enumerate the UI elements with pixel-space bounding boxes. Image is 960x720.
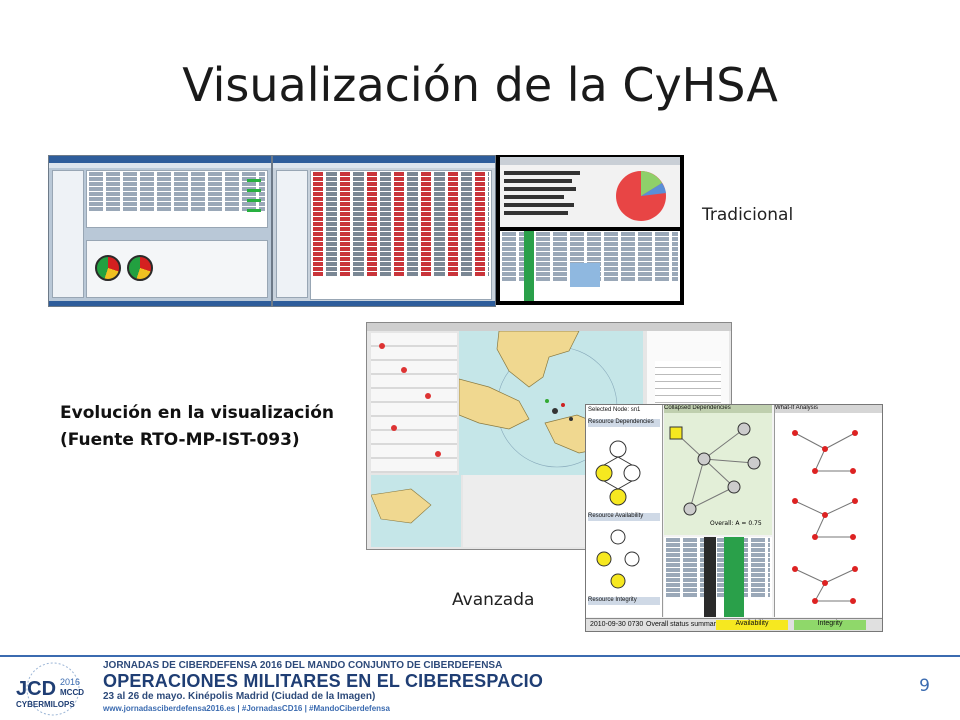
- status-table: [664, 537, 772, 617]
- footer-line-1: JORNADAS DE CIBERDEFENSA 2016 DEL MANDO …: [103, 660, 503, 671]
- alarm-grid: [371, 333, 457, 473]
- taskbar: [49, 301, 271, 306]
- collapsed-dependencies-pane: Collapsed Dependencies Overall: A = 0.75: [664, 405, 772, 535]
- footer-links[interactable]: www.jornadasciberdefensa2016.es | #Jorna…: [103, 704, 390, 713]
- resource-integrity-header: Resource Integrity: [588, 597, 660, 605]
- selected-node-label: Selected Node: sn1: [588, 407, 641, 413]
- svg-text:2016: 2016: [60, 677, 80, 687]
- caption: Evolución en la visualización (Fuente RT…: [60, 400, 334, 454]
- footer-line-3: 23 al 26 de mayo. Kinépolis Madrid (Ciud…: [103, 691, 376, 702]
- page-number: 9: [919, 676, 930, 696]
- slide-title: Visualización de la CyHSA: [182, 58, 778, 112]
- events-table: [310, 170, 492, 300]
- advanced-screenshot-graph: Selected Node: sn1 Resource Dependencies…: [585, 404, 883, 632]
- what-if-graphs: [792, 430, 858, 604]
- traditional-screenshot-3: [496, 155, 684, 305]
- collapsed-dependencies-header: Collapsed Dependencies: [664, 405, 772, 413]
- window-menubar: [273, 163, 495, 168]
- caption-line-1: Evolución en la visualización: [60, 403, 334, 423]
- window-menubar: [49, 163, 271, 168]
- gauge-icon: [127, 255, 153, 281]
- gauges-pane: [86, 240, 268, 298]
- resource-dependencies-header: Resource Dependencies: [588, 419, 660, 427]
- status-bar: 2010-09-30 0730 Overall status summary: …: [586, 618, 882, 631]
- what-if-header: What-If Analysis: [775, 405, 882, 413]
- integrity-button[interactable]: Integrity: [794, 620, 866, 630]
- label-traditional: Tradicional: [702, 205, 794, 225]
- overall-availability-text: Overall: A = 0.75: [710, 520, 762, 527]
- svg-text:MCCD: MCCD: [60, 688, 84, 697]
- window-titlebar: [273, 156, 495, 163]
- status-summary-label: Overall status summary:: [646, 621, 722, 628]
- resource-availability-header: Resource Availability: [588, 513, 660, 521]
- pie-chart-icon: [616, 171, 666, 221]
- log-pane: [500, 231, 680, 301]
- traditional-screenshot-1: [48, 155, 272, 307]
- svg-text:CYBERMILOPS: CYBERMILOPS: [16, 700, 75, 709]
- availability-button[interactable]: Availability: [716, 620, 788, 630]
- gauge-icon: [95, 255, 121, 281]
- label-advanced: Avanzada: [452, 590, 535, 610]
- top-attacker-pane: [500, 157, 680, 227]
- alerts-table: [86, 170, 268, 228]
- availability-graph-small: [596, 529, 640, 589]
- mini-map: [371, 475, 461, 547]
- footer-line-2: OPERACIONES MILITARES EN EL CIBERESPACIO: [103, 671, 544, 691]
- caption-line-2: (Fuente RTO-MP-IST-093): [60, 430, 300, 450]
- tree-pane: [276, 170, 308, 298]
- resource-pane: Selected Node: sn1 Resource Dependencies…: [586, 405, 663, 617]
- tree-pane: [52, 170, 84, 298]
- jcd-logo: JCD 2016 MCCD CYBERMILOPS: [16, 662, 84, 716]
- timestamp: 2010-09-30 0730: [590, 621, 644, 628]
- traditional-screenshot-2: [272, 155, 496, 307]
- taskbar: [273, 301, 495, 306]
- svg-text:JCD: JCD: [16, 678, 56, 700]
- collapsed-graph: Overall: A = 0.75: [669, 422, 762, 527]
- what-if-pane: What-If Analysis: [774, 405, 882, 617]
- footer-divider: [0, 655, 960, 657]
- window-titlebar: [49, 156, 271, 163]
- dependency-graph-small: [595, 440, 641, 506]
